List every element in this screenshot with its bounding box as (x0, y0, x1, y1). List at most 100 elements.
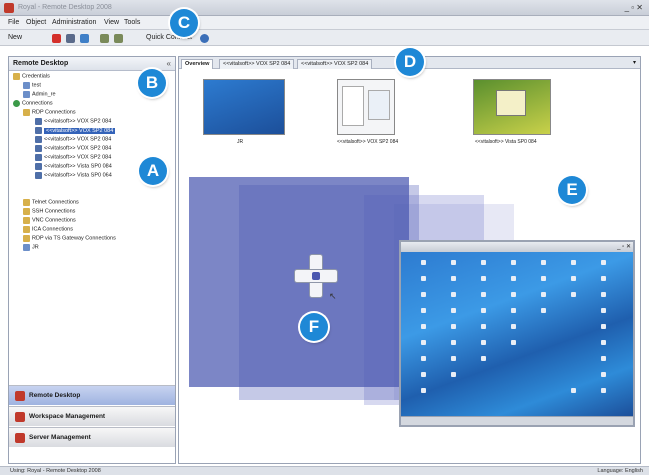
desktop-icon[interactable] (481, 340, 486, 345)
desktop-icon[interactable] (541, 260, 546, 265)
tree-item[interactable]: <<vitalsoft>> VOX SP2 084 (35, 118, 111, 127)
new-button[interactable]: New (8, 34, 22, 41)
desktop-icon[interactable] (421, 388, 426, 393)
desktop-icon[interactable] (601, 260, 606, 265)
window-controls[interactable]: _ ▫ ✕ (625, 3, 643, 12)
desktop-icon[interactable] (601, 308, 606, 313)
tab-list-icon[interactable]: ▾ (633, 59, 636, 66)
properties-icon[interactable] (114, 34, 123, 43)
desktop-icon[interactable] (421, 308, 426, 313)
desktop-icon[interactable] (571, 388, 576, 393)
desktop-icon[interactable] (421, 340, 426, 345)
tree-item[interactable]: ICA Connections (23, 226, 73, 235)
desktop-icon[interactable] (511, 324, 516, 329)
desktop-icon[interactable] (601, 356, 606, 361)
tree-item[interactable]: Connections (13, 100, 53, 109)
language-status: Language: English (597, 468, 643, 474)
desktop-icon[interactable] (601, 276, 606, 281)
desktop-icon[interactable] (571, 292, 576, 297)
connect-icon[interactable] (66, 34, 75, 43)
connection-thumbnail[interactable] (203, 79, 285, 135)
desktop-icon[interactable] (451, 308, 456, 313)
desktop-icon[interactable] (601, 292, 606, 297)
tree-item-selected[interactable]: <<vitalsoft>> VOX SP2 084 (35, 127, 116, 136)
desktop-icon[interactable] (481, 260, 486, 265)
nav-center-icon[interactable] (312, 272, 320, 280)
callout-badge-e: E (558, 176, 586, 204)
desktop-icon[interactable] (481, 292, 486, 297)
edit-icon[interactable] (100, 34, 109, 43)
tree-item[interactable]: SSH Connections (23, 208, 75, 217)
desktop-icon[interactable] (541, 276, 546, 281)
tree-item[interactable]: <<vitalsoft>> VOX SP2 084 (35, 154, 111, 163)
desktop-icon[interactable] (541, 308, 546, 313)
tree-item[interactable]: JR (23, 244, 39, 253)
desktop-icon[interactable] (421, 260, 426, 265)
desktop-icon[interactable] (481, 356, 486, 361)
remote-taskbar[interactable] (401, 416, 633, 425)
desktop-icon[interactable] (571, 276, 576, 281)
menu-tools[interactable]: Tools (124, 19, 140, 26)
desktop-icon[interactable] (481, 276, 486, 281)
status-text: Using: Royal - Remote Desktop 2008 (10, 468, 101, 474)
pin-icon[interactable]: « (167, 59, 171, 68)
tab-connection-1[interactable]: <<vitalsoft>> VOX SP2 084 (219, 59, 295, 69)
menu-administration[interactable]: Administration (52, 19, 96, 26)
desktop-icon[interactable] (451, 324, 456, 329)
desktop-icon[interactable] (511, 340, 516, 345)
desktop-icon[interactable] (601, 372, 606, 377)
refresh-icon[interactable] (80, 34, 89, 43)
desktop-icon[interactable] (451, 260, 456, 265)
menu-view[interactable]: View (104, 19, 119, 26)
desktop-icon[interactable] (451, 340, 456, 345)
connection-thumbnail[interactable] (473, 79, 551, 135)
desktop-icon[interactable] (451, 276, 456, 281)
tree-item[interactable]: <<vitalsoft>> Vista SP0 064 (35, 172, 112, 181)
desktop-icon[interactable] (421, 372, 426, 377)
tree-item[interactable]: VNC Connections (23, 217, 76, 226)
desktop-icon[interactable] (541, 292, 546, 297)
tree-item[interactable]: Telnet Connections (23, 199, 79, 208)
tree-item[interactable]: <<vitalsoft>> Vista SP0 084 (35, 163, 112, 172)
menu-file[interactable]: File (8, 19, 19, 26)
desktop-icon[interactable] (511, 276, 516, 281)
desktop-icon[interactable] (601, 324, 606, 329)
desktop-icon[interactable] (421, 324, 426, 329)
desktop-icon[interactable] (481, 324, 486, 329)
desktop-icon[interactable] (511, 292, 516, 297)
nav-server-management[interactable]: Server Management (9, 427, 175, 447)
menu-bar: File Object Administration View Tools (0, 16, 649, 30)
tree-item[interactable]: RDP via TS Gateway Connections (23, 235, 116, 244)
desktop-icon[interactable] (421, 276, 426, 281)
tree-item[interactable]: test (23, 82, 41, 91)
desktop-icon[interactable] (601, 340, 606, 345)
toolbar: New Quick Connect (0, 30, 649, 46)
connection-thumbnail[interactable] (337, 79, 395, 135)
remote-desktop-window[interactable]: _ ▫ ✕ (399, 240, 635, 427)
help-icon[interactable] (200, 34, 209, 43)
tree-item[interactable]: Credentials (13, 73, 50, 82)
delete-icon[interactable] (52, 34, 61, 43)
tree-item[interactable]: <<vitalsoft>> VOX SP2 084 (35, 145, 111, 154)
desktop-icon[interactable] (601, 388, 606, 393)
tree-item[interactable]: Admin_re (23, 91, 56, 100)
tree-item[interactable]: <<vitalsoft>> VOX SP2 084 (35, 136, 111, 145)
tab-overview[interactable]: Overview (181, 59, 214, 69)
desktop-icon[interactable] (511, 308, 516, 313)
window-controls[interactable]: _ ▫ ✕ (617, 243, 631, 250)
menu-object[interactable]: Object (26, 19, 46, 26)
desktop-icon[interactable] (571, 260, 576, 265)
desktop-icon[interactable] (451, 356, 456, 361)
desktop-icon[interactable] (511, 260, 516, 265)
remote-desktop-screen[interactable] (401, 252, 633, 416)
tree-item[interactable]: RDP Connections (23, 109, 76, 118)
desktop-icon[interactable] (451, 372, 456, 377)
desktop-icon[interactable] (421, 356, 426, 361)
nav-workspace-management[interactable]: Workspace Management (9, 406, 175, 426)
desktop-icon[interactable] (451, 292, 456, 297)
desktop-icon[interactable] (481, 308, 486, 313)
callout-badge-b: B (138, 69, 166, 97)
desktop-icon[interactable] (421, 292, 426, 297)
nav-remote-desktop[interactable]: Remote Desktop (9, 385, 175, 405)
tab-connection-2[interactable]: <<vitalsoft>> VOX SP2 084 (297, 59, 373, 69)
